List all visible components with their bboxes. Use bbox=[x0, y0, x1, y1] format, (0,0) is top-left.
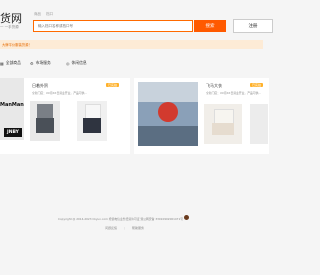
brand-logo bbox=[158, 102, 178, 122]
store-name[interactable]: 飞马大衣 bbox=[206, 83, 222, 89]
product-image[interactable] bbox=[250, 104, 268, 144]
product-image[interactable] bbox=[204, 104, 242, 144]
tab-stalls[interactable]: 档口 bbox=[46, 12, 53, 16]
store-tag: 已实拍 bbox=[250, 83, 264, 87]
store-desc: 全新门店：XX月XX日营业开业，产品可供... bbox=[32, 91, 88, 95]
banner-text: ManMan bbox=[0, 102, 24, 108]
store-banner bbox=[138, 82, 198, 146]
category-label: 全部商品 bbox=[5, 60, 21, 65]
product-image[interactable] bbox=[30, 101, 60, 141]
search-tabs: 商品 档口 bbox=[34, 12, 57, 17]
category-market-service[interactable]: ⚙ 市场服务 bbox=[30, 60, 51, 66]
footer-links: 问题反馈 | 帮助服务 bbox=[105, 226, 144, 230]
category-leisure[interactable]: ◎ 休闲信息 bbox=[66, 60, 87, 66]
store-name[interactable]: 日着外贸 bbox=[32, 83, 48, 89]
notice-text: 大牌平价服装货源！ bbox=[2, 43, 32, 47]
search-field[interactable] bbox=[33, 20, 193, 32]
category-label: 休闲信息 bbox=[71, 60, 87, 65]
footer-link[interactable]: 帮助服务 bbox=[132, 226, 144, 230]
category-label: 市场服务 bbox=[35, 60, 51, 65]
store-tag: 已实拍 bbox=[106, 83, 120, 87]
store-card[interactable]: ManMan JNBY 日着外贸 已实拍 全新门店：XX月XX日营业开业，产品可… bbox=[0, 78, 130, 154]
police-badge-icon bbox=[183, 215, 189, 220]
register-button[interactable]: 注册 bbox=[233, 19, 273, 33]
category-all[interactable]: ▦ 全部商品 bbox=[0, 60, 21, 66]
search-input[interactable] bbox=[34, 21, 192, 31]
site-logo[interactable]: 货网 bbox=[0, 10, 22, 26]
tab-products[interactable]: 商品 bbox=[34, 12, 41, 16]
footer-copyright: Copyright @ 2014-2023 Ckyun.com 增值电信业务经营… bbox=[58, 215, 189, 221]
brand-badge: JNBY bbox=[4, 128, 22, 137]
product-image[interactable] bbox=[77, 101, 107, 141]
globe-icon: ◎ bbox=[66, 60, 70, 66]
gear-icon: ⚙ bbox=[30, 60, 34, 66]
store-banner: ManMan JNBY bbox=[0, 78, 24, 140]
logo-subtitle: 一 一手货源 bbox=[0, 25, 19, 29]
search-button[interactable]: 搜索 bbox=[194, 20, 226, 32]
store-card[interactable]: 飞马大衣 已实拍 全新门店：XX月XX日营业开业，产品可供... bbox=[134, 78, 269, 154]
footer-link[interactable]: 问题反馈 bbox=[105, 226, 117, 230]
notice-bar bbox=[0, 40, 263, 49]
store-desc: 全新门店：XX月XX日营业开业，产品可供... bbox=[206, 91, 262, 95]
grid-icon: ▦ bbox=[0, 60, 4, 66]
